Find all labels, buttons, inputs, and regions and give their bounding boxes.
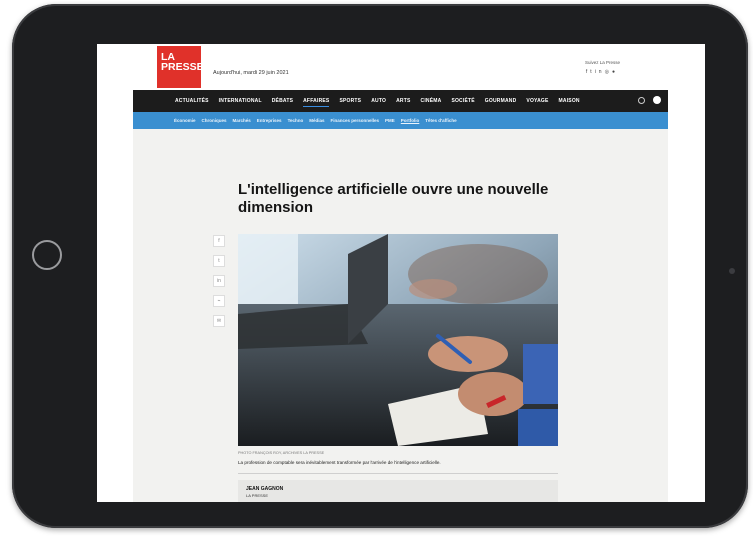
logo-line-2: PRESSE (161, 61, 204, 73)
nav-tab-2[interactable]: DÉBATS (272, 98, 293, 104)
photo-credit: PHOTO FRANÇOIS ROY, ARCHIVES LA PRESSE (238, 451, 325, 455)
camera-icon (729, 268, 735, 274)
search-icon[interactable] (638, 97, 645, 104)
article-headline: L'intelligence artificielle ouvre une no… (238, 181, 549, 216)
nav-tab-0[interactable]: ACTUALITÉS (175, 98, 209, 104)
subnav-link-2[interactable]: Marchés (233, 118, 251, 123)
nav-tab-11[interactable]: MAISON (559, 98, 580, 104)
nav-tab-9[interactable]: GOURMAND (485, 98, 517, 104)
article-page: L'intelligence artificielle ouvre une no… (133, 129, 668, 502)
nav-tab-4[interactable]: SPORTS (339, 98, 361, 104)
instagram-icon[interactable]: ◎ (605, 69, 612, 75)
nav-tab-6[interactable]: ARTS (396, 98, 410, 104)
twitter-share-icon[interactable]: t (213, 255, 225, 267)
subnav-link-3[interactable]: Entreprises (257, 118, 282, 123)
nav-tab-7[interactable]: CINÉMA (421, 98, 442, 104)
subnav-link-6[interactable]: Finances personnelles (331, 118, 380, 123)
nav-tab-5[interactable]: AUTO (371, 98, 386, 104)
author-name[interactable]: JEAN GAGNON (246, 486, 283, 492)
article-photo (238, 234, 558, 446)
nav-tab-8[interactable]: SOCIÉTÉ (451, 98, 474, 104)
subnav-link-0[interactable]: Économie (174, 118, 196, 123)
author-box: JEAN GAGNON LA PRESSE (238, 480, 558, 502)
nav-tab-10[interactable]: VOYAGE (526, 98, 548, 104)
follow-label: Suivez La Presse (584, 60, 620, 65)
divider (238, 473, 558, 474)
social-links: ftin◎● (586, 69, 618, 75)
subnav-link-8[interactable]: Portfolio (401, 118, 420, 123)
facebook-share-icon[interactable]: f (213, 235, 225, 247)
email-share-icon[interactable]: ✉ (213, 315, 225, 327)
tablet-frame: LA PRESSE Aujourd'hui, mardi 29 juin 202… (12, 4, 748, 528)
section-subnavigation: Économie Chroniques Marchés Entreprises Tech… (133, 112, 668, 129)
nav-tab-3[interactable]: AFFAIRES (303, 98, 330, 107)
linkedin-icon[interactable]: in (595, 69, 605, 75)
pinterest-icon[interactable]: ● (612, 69, 618, 75)
nav-tab-1[interactable]: INTERNATIONAL (219, 98, 262, 104)
copy-link-icon[interactable]: ⌁ (213, 295, 225, 307)
author-publication: LA PRESSE (246, 493, 269, 498)
home-button[interactable] (32, 240, 62, 270)
user-account-icon[interactable] (653, 96, 661, 104)
subnav-link-1[interactable]: Chroniques (202, 118, 227, 123)
subnav-link-7[interactable]: PME (385, 118, 395, 123)
photo-caption: La profession de comptable sera inévitab… (238, 460, 441, 465)
site-header: LA PRESSE Aujourd'hui, mardi 29 juin 202… (133, 44, 668, 90)
subnav-link-9[interactable]: Têtes d'affiche (425, 118, 456, 123)
main-navigation: ACTUALITÉS INTERNATIONAL DÉBATS AFFAIRES SPO… (133, 90, 668, 112)
current-date: Aujourd'hui, mardi 29 juin 2021 (213, 70, 289, 76)
share-toolbar: f t in ⌁ ✉ (213, 235, 225, 335)
subnav-link-5[interactable]: Médias (309, 118, 324, 123)
subnav-link-4[interactable]: Techno (288, 118, 304, 123)
la-presse-logo[interactable]: LA PRESSE (157, 46, 204, 88)
tablet-screen: LA PRESSE Aujourd'hui, mardi 29 juin 202… (97, 44, 705, 502)
linkedin-share-icon[interactable]: in (213, 275, 225, 287)
